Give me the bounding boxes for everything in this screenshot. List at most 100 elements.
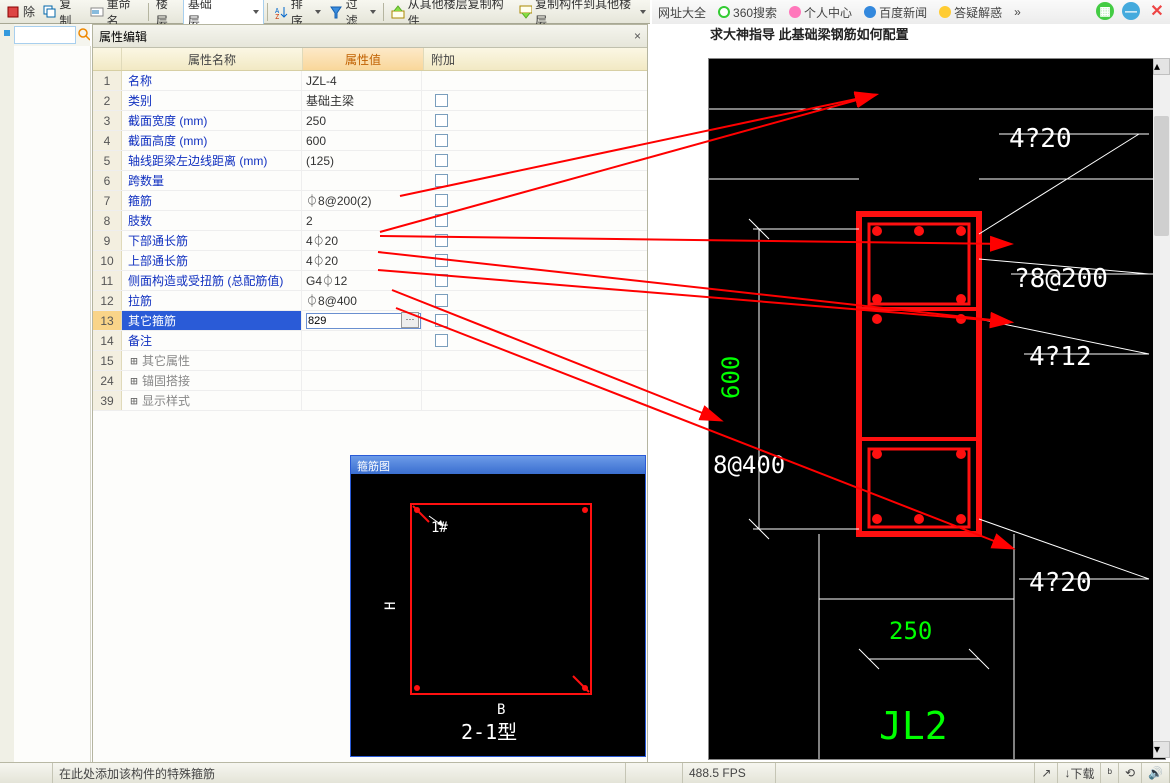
row-value[interactable]: 4⏀20 bbox=[302, 231, 422, 250]
prop-row-14[interactable]: 14备注 bbox=[93, 331, 647, 351]
col-header-add[interactable]: 附加 bbox=[424, 48, 462, 70]
add-checkbox[interactable] bbox=[435, 114, 448, 127]
prop-row-7[interactable]: 7箍筋⏀8@200(2) bbox=[93, 191, 647, 211]
add-checkbox[interactable] bbox=[435, 134, 448, 147]
row-value[interactable] bbox=[302, 331, 422, 350]
stirrup-svg: 1# H B 2-1型 bbox=[351, 474, 645, 754]
add-checkbox[interactable] bbox=[435, 254, 448, 267]
tb-floor-select[interactable]: 基础层 bbox=[183, 0, 264, 25]
add-checkbox[interactable] bbox=[435, 234, 448, 247]
row-value[interactable]: G4⏀12 bbox=[302, 271, 422, 290]
property-grid: 属性名称 属性值 附加 1名称JZL-42类别基础主梁3截面宽度 (mm)250… bbox=[93, 48, 647, 411]
row-add bbox=[422, 211, 460, 230]
prop-row-24[interactable]: 24⊞锚固搭接 bbox=[93, 371, 647, 391]
row-value[interactable]: ⏀8@200(2) bbox=[302, 191, 422, 210]
prop-row-4[interactable]: 4截面高度 (mm)600 bbox=[93, 131, 647, 151]
ellipsis-button[interactable]: ⋯ bbox=[401, 312, 419, 328]
prop-row-2[interactable]: 2类别基础主梁 bbox=[93, 91, 647, 111]
bb-icon-green[interactable]: ▦ bbox=[1096, 2, 1114, 20]
col-header-value[interactable]: 属性值 bbox=[303, 48, 424, 70]
tb-rename[interactable]: 重命名 bbox=[86, 1, 145, 23]
add-checkbox[interactable] bbox=[435, 154, 448, 167]
prop-row-12[interactable]: 12拉筋⏀8@400 bbox=[93, 291, 647, 311]
row-value[interactable]: 4⏀20 bbox=[302, 251, 422, 270]
bb-qa[interactable]: 答疑解惑 bbox=[933, 4, 1008, 21]
row-value[interactable] bbox=[302, 371, 422, 390]
bb-baidu[interactable]: 百度新闻 bbox=[858, 4, 933, 21]
tb-copy-to[interactable]: 复制构件到其他楼层 bbox=[515, 1, 650, 23]
add-checkbox[interactable] bbox=[435, 274, 448, 287]
row-value[interactable] bbox=[302, 391, 422, 410]
prop-row-39[interactable]: 39⊞显示样式 bbox=[93, 391, 647, 411]
prop-row-9[interactable]: 9下部通长筋4⏀20 bbox=[93, 231, 647, 251]
row-value[interactable]: 600 bbox=[302, 131, 422, 150]
expand-icon[interactable]: ⊞ bbox=[128, 394, 140, 408]
row-value[interactable]: 2 bbox=[302, 211, 422, 230]
tb-copy[interactable]: 复制 bbox=[39, 1, 86, 23]
prop-row-13[interactable]: 13其它箍筋⋯ bbox=[93, 311, 647, 331]
status-tool1[interactable]: �początek bbox=[1022, 763, 1035, 783]
row-value[interactable]: 基础主梁 bbox=[302, 91, 422, 110]
row-value[interactable] bbox=[302, 171, 422, 190]
right-pane: 求大神指导 此基础梁钢筋如何配置 bbox=[652, 24, 1170, 764]
page-heading: 求大神指导 此基础梁钢筋如何配置 bbox=[652, 24, 1170, 42]
status-hint: 在此处添加该构件的特殊箍筋 bbox=[53, 763, 626, 783]
status-vol[interactable]: 🔊 bbox=[1142, 763, 1170, 783]
add-checkbox[interactable] bbox=[435, 94, 448, 107]
prop-row-5[interactable]: 5轴线距梁左边线距离 (mm)(125) bbox=[93, 151, 647, 171]
bb-icon-min[interactable]: — bbox=[1122, 2, 1140, 20]
add-checkbox[interactable] bbox=[435, 294, 448, 307]
bb-icon-close[interactable]: ✕ bbox=[1148, 2, 1166, 20]
add-checkbox[interactable] bbox=[435, 174, 448, 187]
prop-row-11[interactable]: 11侧面构造或受扭筋 (总配筋值)G4⏀12 bbox=[93, 271, 647, 291]
status-download[interactable]: ↓ 下载 bbox=[1058, 763, 1101, 783]
prop-row-15[interactable]: 15⊞其它属性 bbox=[93, 351, 647, 371]
add-checkbox[interactable] bbox=[435, 334, 448, 347]
svg-text:8@400: 8@400 bbox=[713, 451, 785, 479]
tb-delete[interactable]: 除 bbox=[2, 1, 39, 23]
col-header-name[interactable]: 属性名称 bbox=[122, 48, 303, 70]
row-value[interactable]: 250 bbox=[302, 111, 422, 130]
row-num: 39 bbox=[93, 391, 122, 410]
row-add bbox=[422, 371, 460, 390]
bb-360[interactable]: 360搜索 bbox=[712, 4, 783, 21]
tb-filter[interactable]: 过滤 bbox=[325, 1, 380, 23]
tb-sort[interactable]: AZ排序 bbox=[271, 1, 326, 23]
svg-text:1#: 1# bbox=[431, 520, 448, 536]
add-checkbox[interactable] bbox=[435, 194, 448, 207]
row-value[interactable]: ⋯ bbox=[302, 311, 422, 330]
row-value[interactable]: (125) bbox=[302, 151, 422, 170]
panel-close-icon[interactable]: × bbox=[634, 29, 641, 43]
search-icon[interactable] bbox=[78, 28, 90, 42]
prop-row-1[interactable]: 1名称JZL-4 bbox=[93, 71, 647, 91]
prop-row-8[interactable]: 8肢数2 bbox=[93, 211, 647, 231]
add-checkbox[interactable] bbox=[435, 314, 448, 327]
expand-icon[interactable]: ⊞ bbox=[128, 374, 140, 388]
row-name: 下部通长筋 bbox=[122, 231, 302, 250]
add-checkbox[interactable] bbox=[435, 214, 448, 227]
row-value[interactable]: JZL-4 bbox=[302, 71, 422, 90]
tb-copy-from[interactable]: 从其他楼层复制构件 bbox=[387, 1, 515, 23]
prop-row-6[interactable]: 6跨数量 bbox=[93, 171, 647, 191]
prop-row-10[interactable]: 10上部通长筋4⏀20 bbox=[93, 251, 647, 271]
status-tool2[interactable]: ↗ bbox=[1035, 763, 1058, 783]
row-name: 上部通长筋 bbox=[122, 251, 302, 270]
right-scrollbar[interactable]: ▴ ▾ bbox=[1153, 58, 1170, 758]
tb-floor-label: 楼层 bbox=[152, 1, 183, 23]
row-value[interactable]: ⏀8@400 bbox=[302, 291, 422, 310]
bb-sites[interactable]: 网址大全 bbox=[652, 4, 712, 21]
status-fps: 488.5 FPS bbox=[683, 763, 776, 783]
bb-personal[interactable]: 个人中心 bbox=[783, 4, 858, 21]
left-tree-pane bbox=[14, 46, 91, 764]
row-name: 跨数量 bbox=[122, 171, 302, 190]
status-tool4[interactable]: ⟲ bbox=[1119, 763, 1142, 783]
row-add bbox=[422, 311, 460, 330]
row-value[interactable] bbox=[302, 351, 422, 370]
cad-view[interactable]: 4?20 ?8@200 4?12 4?20 600 8@400 250 JL2 bbox=[708, 58, 1166, 760]
bb-more[interactable]: » bbox=[1008, 5, 1027, 19]
search-input[interactable] bbox=[14, 26, 76, 44]
prop-row-3[interactable]: 3截面宽度 (mm)250 bbox=[93, 111, 647, 131]
status-tool3[interactable]: ᵇ bbox=[1101, 763, 1119, 783]
row-num: 4 bbox=[93, 131, 122, 150]
expand-icon[interactable]: ⊞ bbox=[128, 354, 140, 368]
